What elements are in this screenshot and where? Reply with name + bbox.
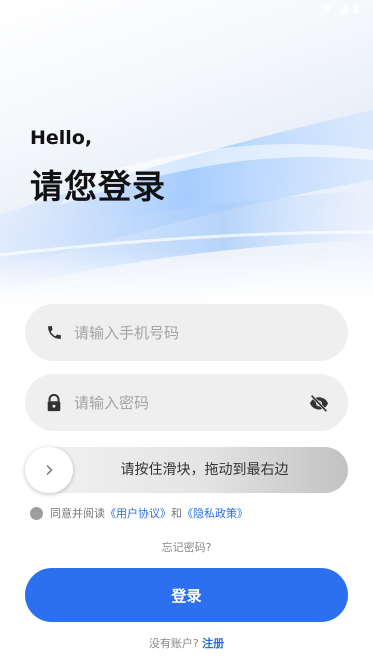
forgot-password-link[interactable]: 忘记密码? xyxy=(0,539,373,555)
greeting-text: Hello, xyxy=(30,127,93,149)
battery-icon xyxy=(353,3,359,17)
register-prompt: 没有账户? xyxy=(148,637,199,650)
agreement-prefix: 同意并阅读 xyxy=(50,507,105,520)
wifi-icon xyxy=(321,3,333,17)
hero-background xyxy=(0,0,373,305)
register-link[interactable]: 注册 xyxy=(202,637,224,650)
privacy-policy-link[interactable]: 《隐私政策》 xyxy=(182,505,248,521)
user-agreement-link[interactable]: 《用户协议》 xyxy=(105,505,171,521)
slide-verify-hint: 请按住滑块，拖动到最右边 xyxy=(120,462,289,478)
login-button[interactable]: 登录 xyxy=(25,568,348,622)
page-title: 请您登录 xyxy=(30,167,166,206)
signal-icon xyxy=(338,3,348,17)
slider-handle[interactable] xyxy=(25,447,73,493)
agreement-checkbox[interactable] xyxy=(30,506,43,520)
password-input[interactable] xyxy=(74,393,308,412)
wave-illustration xyxy=(0,110,373,305)
eye-off-icon[interactable] xyxy=(308,392,330,414)
phone-field[interactable] xyxy=(25,304,348,361)
chevron-right-icon xyxy=(44,461,54,480)
status-bar: 14:24 xyxy=(0,0,373,20)
agreement-and: 和 xyxy=(171,507,182,520)
phone-input[interactable] xyxy=(74,323,330,342)
notification-icon xyxy=(45,4,53,16)
slide-verify[interactable]: 请按住滑块，拖动到最右边 xyxy=(25,447,348,493)
phone-icon xyxy=(45,324,63,342)
password-field[interactable] xyxy=(25,374,348,431)
register-row: 没有账户? 注册 xyxy=(0,635,373,651)
status-time: 14:24 xyxy=(10,4,39,16)
sync-icon xyxy=(59,4,68,16)
agreement-row: 同意并阅读 《用户协议》 和 《隐私政策》 xyxy=(30,505,248,521)
lock-icon xyxy=(45,393,63,412)
